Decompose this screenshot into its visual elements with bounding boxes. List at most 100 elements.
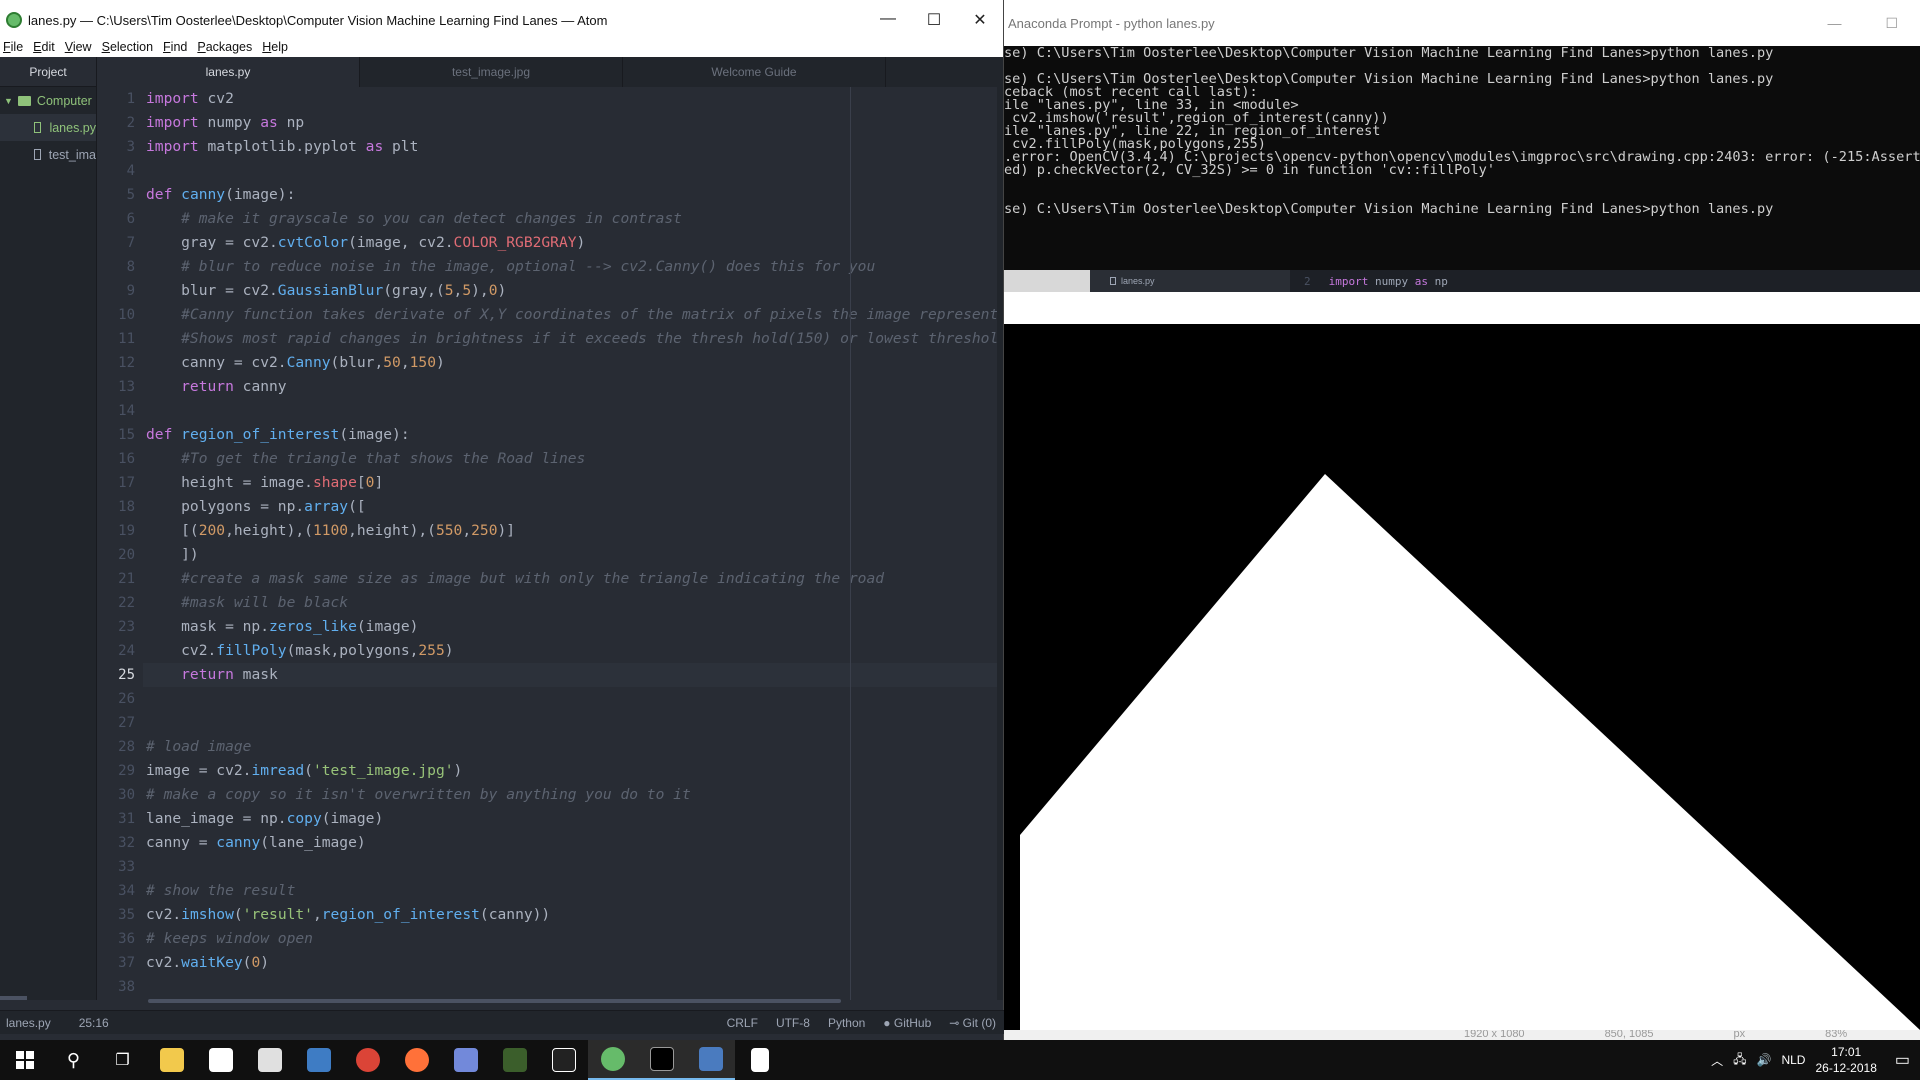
code-line[interactable]: blur = cv2.GaussianBlur(gray,(5,5),0)	[143, 279, 1000, 303]
code-line[interactable]: polygons = np.array([	[143, 495, 1000, 519]
code-token: as	[365, 138, 384, 155]
anaconda-prompt-titlebar[interactable]: Anaconda Prompt - python lanes.py — ☐	[1004, 0, 1920, 46]
menu-help[interactable]: Help	[262, 40, 296, 57]
code-line[interactable]	[143, 159, 1000, 183]
code-line[interactable]: import matplotlib.pyplot as plt	[143, 135, 1000, 159]
code-line[interactable]: # show the result	[143, 879, 1000, 903]
result-window-titlebar[interactable]	[1004, 292, 1920, 324]
menu-find[interactable]: Find	[163, 40, 195, 57]
maximize-icon[interactable]: ☐	[1885, 15, 1898, 32]
tab-lanes-py[interactable]: lanes.py	[97, 57, 360, 87]
code-line[interactable]: mask = np.zeros_like(image)	[143, 615, 1000, 639]
code-line[interactable]: cv2.waitKey(0)	[143, 951, 1000, 975]
code-line[interactable]: [(200,height),(1100,height),(550,250)]	[143, 519, 1000, 543]
chevron-up-icon[interactable]: ︿	[1711, 1052, 1723, 1069]
minimize-icon[interactable]: —	[865, 10, 911, 30]
code-line[interactable]	[143, 687, 1000, 711]
code-line[interactable]: #Canny function takes derivate of X,Y co…	[143, 303, 1000, 327]
code-line[interactable]: import numpy as np	[143, 111, 1000, 135]
menu-edit[interactable]: Edit	[33, 40, 63, 57]
code-line[interactable]	[143, 975, 1000, 999]
menu-packages[interactable]: Packages	[197, 40, 260, 57]
code-line[interactable]: #To get the triangle that shows the Road…	[143, 447, 1000, 471]
code-line[interactable]: # blur to reduce noise in the image, opt…	[143, 255, 1000, 279]
volume-icon[interactable]: 🔊	[1757, 1053, 1772, 1067]
atom-window[interactable]: lanes.py — C:\Users\Tim Oosterlee\Deskto…	[0, 0, 1004, 1040]
code-line[interactable]: canny = canny(lane_image)	[143, 831, 1000, 855]
status-file[interactable]: lanes.py	[6, 1016, 51, 1030]
code-line[interactable]: cv2.fillPoly(mask,polygons,255)	[143, 639, 1000, 663]
atom-titlebar[interactable]: lanes.py — C:\Users\Tim Oosterlee\Deskto…	[0, 0, 1003, 40]
search-button[interactable]: ⚲	[49, 1040, 98, 1080]
status-line-ending[interactable]: CRLF	[727, 1016, 758, 1030]
taskbar-mail[interactable]	[245, 1040, 294, 1080]
code-line[interactable]: return mask	[143, 663, 1000, 687]
code-line[interactable]: height = image.shape[0]	[143, 471, 1000, 495]
code-line[interactable]	[143, 399, 1000, 423]
code-line[interactable]: # make it grayscale so you can detect ch…	[143, 207, 1000, 231]
code-line[interactable]: #Shows most rapid changes in brightness …	[143, 327, 1000, 351]
code-line[interactable]: def canny(image):	[143, 183, 1000, 207]
status-encoding[interactable]: UTF-8	[776, 1016, 810, 1030]
code-line[interactable]: ])	[143, 543, 1000, 567]
taskbar-store[interactable]	[196, 1040, 245, 1080]
tab-test-image[interactable]: test_image.jpg	[360, 57, 623, 87]
maximize-icon[interactable]: ☐	[911, 10, 957, 30]
taskbar-notepad[interactable]	[735, 1040, 784, 1080]
taskbar-photo-viewer[interactable]	[686, 1040, 735, 1080]
status-github[interactable]: ● GitHub	[883, 1016, 931, 1030]
code-line[interactable]: # make a copy so it isn't overwritten by…	[143, 783, 1000, 807]
code-line[interactable]: # load image	[143, 735, 1000, 759]
taskbar-app[interactable]	[294, 1040, 343, 1080]
vertical-scrollbar[interactable]	[997, 87, 1003, 1000]
tree-folder-computer[interactable]: ▼ Computer	[0, 87, 96, 114]
taskbar-discord[interactable]	[441, 1040, 490, 1080]
code-line[interactable]: return canny	[143, 375, 1000, 399]
language-indicator[interactable]: NLD	[1781, 1053, 1805, 1067]
tree-scrollbar[interactable]	[0, 996, 27, 1000]
taskbar-chrome[interactable]	[343, 1040, 392, 1080]
code-line[interactable]: lane_image = np.copy(image)	[143, 807, 1000, 831]
status-git[interactable]: ⊸ Git (0)	[949, 1016, 996, 1030]
tree-file-test-image[interactable]: test_ima	[0, 141, 96, 168]
close-icon[interactable]: ✕	[957, 10, 1003, 30]
status-grammar[interactable]: Python	[828, 1016, 865, 1030]
horizontal-scrollbar[interactable]	[148, 999, 841, 1003]
line-number: 37	[118, 955, 135, 971]
start-button[interactable]	[0, 1040, 49, 1080]
menu-view[interactable]: View	[65, 40, 100, 57]
code-token: 150	[409, 354, 436, 371]
tab-welcome-guide[interactable]: Welcome Guide	[623, 57, 886, 87]
notifications-icon[interactable]: ▭	[1895, 1050, 1910, 1070]
code-line[interactable]: cv2.imshow('result',region_of_interest(c…	[143, 903, 1000, 927]
taskbar-firefox[interactable]	[392, 1040, 441, 1080]
taskbar-terminal-app[interactable]	[539, 1040, 588, 1080]
anaconda-prompt-window[interactable]: Anaconda Prompt - python lanes.py — ☐ se…	[1004, 0, 1920, 292]
code-line[interactable]: def region_of_interest(image):	[143, 423, 1000, 447]
code-line[interactable]: image = cv2.imread('test_image.jpg')	[143, 759, 1000, 783]
menu-file[interactable]: File	[3, 40, 31, 57]
clock[interactable]: 17:01 26-12-2018	[1815, 1044, 1876, 1076]
taskbar-cmd[interactable]	[637, 1040, 686, 1080]
code-line[interactable]	[143, 855, 1000, 879]
code-line[interactable]: import cv2	[143, 87, 1000, 111]
taskbar-atom[interactable]	[588, 1040, 637, 1080]
code-line[interactable]: # keeps window open	[143, 927, 1000, 951]
code-line[interactable]	[143, 711, 1000, 735]
code-line[interactable]: #mask will be black	[143, 591, 1000, 615]
task-view-button[interactable]: ❐	[98, 1040, 147, 1080]
code-line[interactable]: #create a mask same size as image but wi…	[143, 567, 1000, 591]
taskbar-file-explorer[interactable]	[147, 1040, 196, 1080]
code-line[interactable]: canny = cv2.Canny(blur,50,150)	[143, 351, 1000, 375]
code-token: ])	[146, 546, 199, 563]
taskbar-tool[interactable]	[490, 1040, 539, 1080]
code-line[interactable]: gray = cv2.cvtColor(image, cv2.COLOR_RGB…	[143, 231, 1000, 255]
tree-file-lanes[interactable]: lanes.py	[0, 114, 96, 141]
network-icon[interactable]: 🖧	[1733, 1050, 1746, 1071]
minimize-icon[interactable]: —	[1827, 15, 1841, 32]
menu-selection[interactable]: Selection	[102, 40, 161, 57]
status-cursor[interactable]: 25:16	[79, 1016, 109, 1030]
tab-project[interactable]: Project	[0, 57, 96, 87]
code-editor[interactable]: import cv2 import numpy as np import matpl…	[143, 87, 1000, 1000]
console-output[interactable]: se) C:\Users\Tim Oosterlee\Desktop\Compu…	[1004, 46, 1920, 276]
